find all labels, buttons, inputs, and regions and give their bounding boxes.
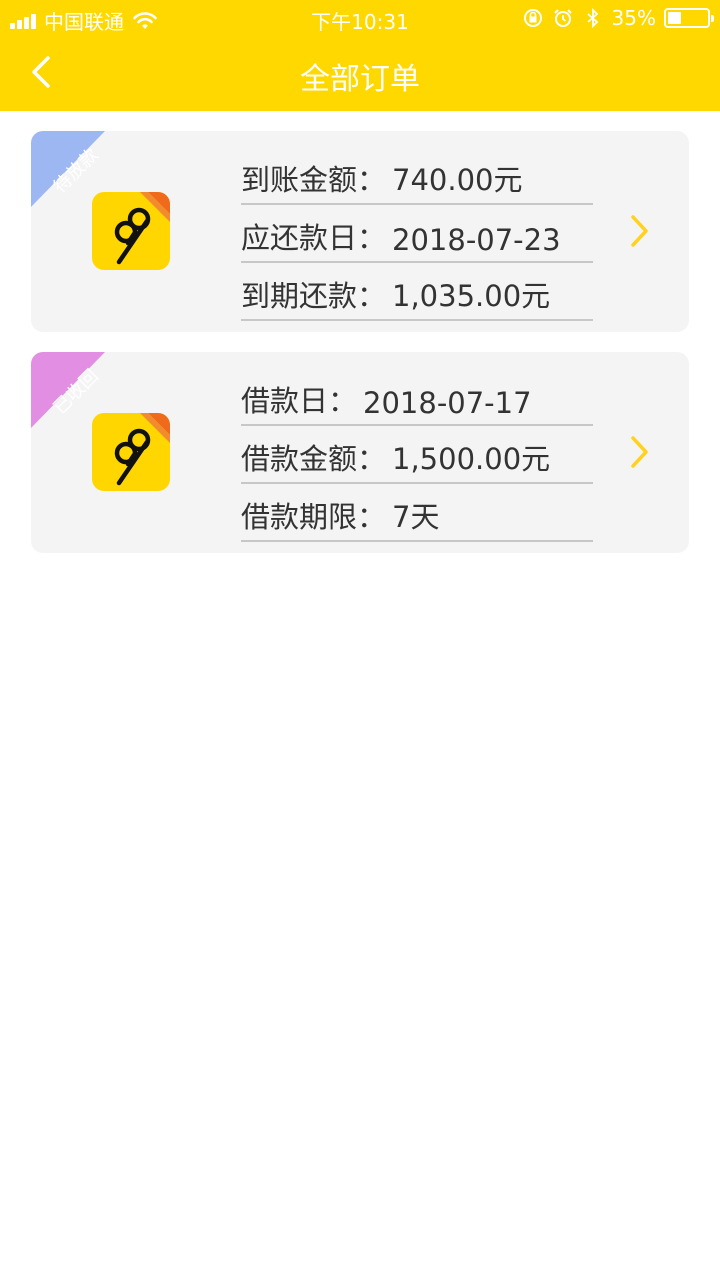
status-right: 35% bbox=[522, 6, 714, 30]
detail-row: 借款金额： 1,500.00元 bbox=[241, 426, 593, 484]
detail-value: 7天 bbox=[392, 500, 440, 534]
detail-label: 借款日： bbox=[241, 384, 358, 418]
detail-value: 1,500.00元 bbox=[392, 442, 551, 476]
detail-label: 借款期限： bbox=[241, 500, 387, 534]
detail-label: 应还款日： bbox=[241, 221, 387, 255]
detail-row: 借款期限： 7天 bbox=[241, 484, 593, 542]
detail-label: 到期还款： bbox=[241, 279, 387, 313]
detail-row: 到账金额： 740.00元 bbox=[241, 147, 593, 205]
app-99-icon bbox=[92, 413, 170, 491]
order-card[interactable]: 已收回 借款日： 2018-07-17 借款金额： 1,500.00元 借款期限： 7… bbox=[31, 352, 689, 553]
detail-label: 到账金额： bbox=[241, 163, 387, 197]
battery-percent: 35% bbox=[611, 6, 656, 30]
order-card[interactable]: 待放款 到账金额： 740.00元 应还款日： 2018-07-23 到期还款： 1,… bbox=[31, 131, 689, 332]
detail-row: 应还款日： 2018-07-23 bbox=[241, 205, 593, 263]
status-bar: 中国联通 下午10:31 35% bbox=[0, 0, 720, 38]
app-99-icon bbox=[92, 192, 170, 270]
battery-fill bbox=[668, 12, 681, 24]
page-title: 全部订单 bbox=[300, 62, 420, 97]
detail-value: 740.00元 bbox=[392, 163, 523, 197]
bluetooth-icon bbox=[586, 7, 598, 29]
detail-row: 借款日： 2018-07-17 bbox=[241, 368, 593, 426]
detail-value: 1,035.00元 bbox=[392, 279, 551, 313]
detail-value: 2018-07-23 bbox=[392, 223, 561, 257]
header: 中国联通 下午10:31 35% 全部订单 bbox=[0, 0, 720, 111]
battery-icon bbox=[664, 8, 714, 28]
detail-label: 借款金额： bbox=[241, 442, 387, 476]
alarm-icon bbox=[553, 9, 572, 27]
order-details: 借款日： 2018-07-17 借款金额： 1,500.00元 借款期限： 7天 bbox=[241, 368, 593, 542]
detail-value: 2018-07-17 bbox=[363, 386, 532, 420]
chevron-right-icon[interactable] bbox=[627, 434, 651, 470]
rotation-lock-icon bbox=[523, 9, 542, 27]
order-details: 到账金额： 740.00元 应还款日： 2018-07-23 到期还款： 1,035.… bbox=[241, 147, 593, 321]
chevron-right-icon[interactable] bbox=[627, 213, 651, 249]
detail-row: 到期还款： 1,035.00元 bbox=[241, 263, 593, 321]
